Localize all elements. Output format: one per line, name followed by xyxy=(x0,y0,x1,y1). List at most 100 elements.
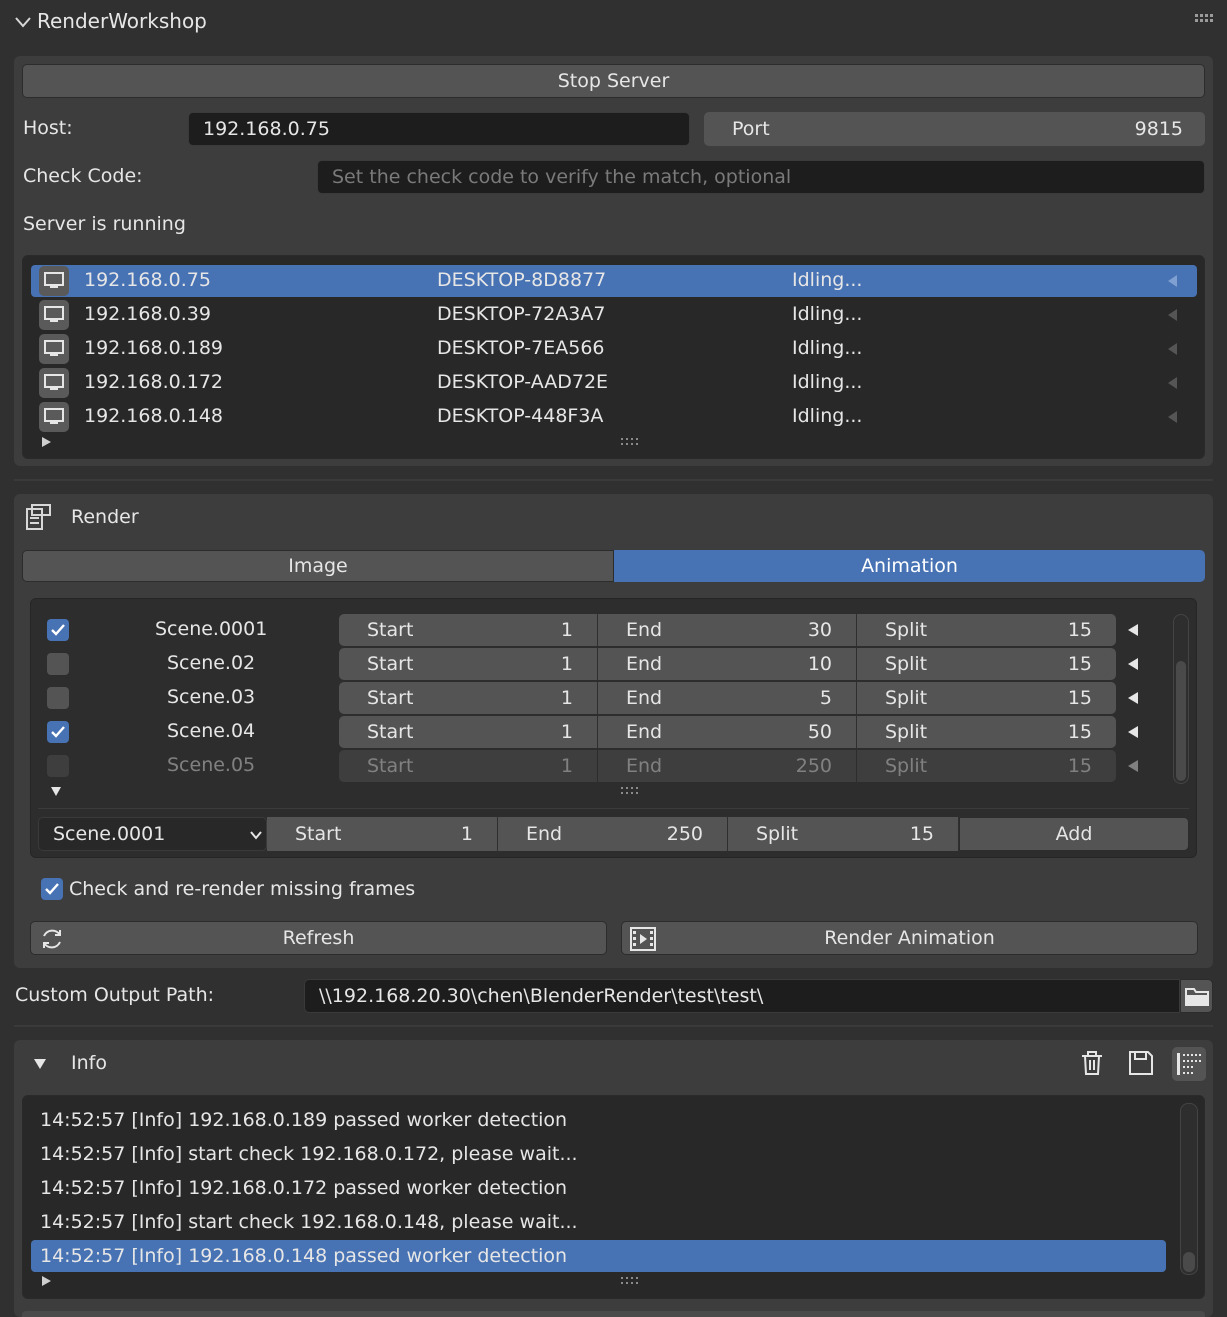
scene-end-field[interactable]: End 250 xyxy=(598,750,857,782)
scene-row[interactable]: Scene.0001 Start 1 End 30 Split 15 xyxy=(34,614,1144,646)
row-arrow-icon[interactable] xyxy=(1128,692,1138,704)
log-row[interactable]: 14:52:57 [Info] 192.168.0.172 passed wor… xyxy=(31,1172,1166,1204)
scene-end-field[interactable]: End 5 xyxy=(598,682,857,714)
end-label: End xyxy=(626,653,663,675)
port-field[interactable]: Port 9815 xyxy=(704,112,1205,146)
end-label: End xyxy=(626,755,663,777)
scene-checkbox[interactable] xyxy=(47,687,69,709)
add-label: Add xyxy=(1055,823,1093,845)
list-expand-icon[interactable] xyxy=(42,1276,51,1286)
worker-row[interactable]: 192.168.0.172 DESKTOP-AAD72E Idling... xyxy=(31,367,1197,399)
scene-split-field[interactable]: Split 15 xyxy=(857,682,1116,714)
list-resize-grip-icon[interactable] xyxy=(621,1277,639,1285)
row-arrow-icon[interactable] xyxy=(1128,658,1138,670)
scene-row[interactable]: Scene.04 Start 1 End 50 Split 15 xyxy=(34,716,1144,748)
scene-split-field[interactable]: Split 15 xyxy=(857,648,1116,680)
refresh-label: Refresh xyxy=(282,927,355,949)
add-end-field[interactable]: End 250 xyxy=(498,817,728,851)
worker-row[interactable]: 192.168.0.189 DESKTOP-7EA566 Idling... xyxy=(31,333,1197,365)
scrollbar-thumb[interactable] xyxy=(1176,661,1186,781)
list-resize-grip-icon[interactable] xyxy=(621,438,639,446)
split-value: 15 xyxy=(1067,687,1092,709)
render-title: Render xyxy=(71,506,139,528)
scene-end-field[interactable]: End 30 xyxy=(598,614,857,646)
checkmark-icon xyxy=(45,883,59,895)
log-row-selected[interactable]: 14:52:57 [Info] 192.168.0.148 passed wor… xyxy=(31,1240,1166,1272)
log-row[interactable]: 14:52:57 [Info] start check 192.168.0.17… xyxy=(31,1138,1166,1170)
row-arrow-icon[interactable] xyxy=(1128,760,1138,772)
start-label: Start xyxy=(367,653,414,675)
scene-checkbox[interactable] xyxy=(47,721,69,743)
render-animation-button[interactable]: Render Animation xyxy=(621,921,1198,955)
add-split-field[interactable]: Split 15 xyxy=(728,817,959,851)
refresh-button[interactable]: Refresh xyxy=(30,921,607,955)
panel-title: RenderWorkshop xyxy=(37,9,207,33)
scene-checkbox[interactable] xyxy=(47,653,69,675)
host-value: 192.168.0.75 xyxy=(203,118,330,140)
save-icon[interactable] xyxy=(1128,1050,1154,1076)
missing-frames-checkbox[interactable] xyxy=(41,878,63,900)
drag-grip-icon[interactable] xyxy=(1195,14,1215,24)
log-row[interactable]: 14:52:57 [Info] start check 192.168.0.14… xyxy=(31,1206,1166,1238)
scene-end-field[interactable]: End 50 xyxy=(598,716,857,748)
scrollbar-thumb[interactable] xyxy=(1183,1252,1195,1272)
log-row[interactable]: 14:52:57 [Info] 192.168.0.189 passed wor… xyxy=(31,1104,1166,1136)
host-label: Host: xyxy=(23,117,73,139)
output-path-value: \\192.168.20.30\chen\BlenderRender\test\… xyxy=(319,985,764,1007)
scene-start-field[interactable]: Start 1 xyxy=(339,716,598,748)
scene-end-field[interactable]: End 10 xyxy=(598,648,857,680)
monitor-icon xyxy=(39,334,69,364)
monitor-icon xyxy=(39,266,69,296)
scene-row[interactable]: Scene.03 Start 1 End 5 Split 15 xyxy=(34,682,1144,714)
start-value: 1 xyxy=(560,687,573,709)
add-scene-button[interactable]: Add xyxy=(959,817,1189,851)
check-code-input[interactable]: Set the check code to verify the match, … xyxy=(317,160,1205,194)
scene-checkbox[interactable] xyxy=(47,755,69,777)
scene-row[interactable]: Scene.02 Start 1 End 10 Split 15 xyxy=(34,648,1144,680)
output-path-input[interactable]: \\192.168.20.30\chen\BlenderRender\test\… xyxy=(304,979,1180,1013)
row-arrow-icon xyxy=(1168,309,1177,321)
folder-icon xyxy=(1184,988,1209,1006)
worker-row[interactable]: 192.168.0.39 DESKTOP-72A3A7 Idling... xyxy=(31,299,1197,331)
info-collapse-icon[interactable] xyxy=(34,1059,46,1069)
monitor-icon xyxy=(39,368,69,398)
add-split-value: 15 xyxy=(909,823,934,845)
check-code-placeholder: Set the check code to verify the match, … xyxy=(332,166,792,188)
host-input[interactable]: 192.168.0.75 xyxy=(188,112,690,146)
split-label: Split xyxy=(885,755,928,777)
worker-hostname: DESKTOP-AAD72E xyxy=(437,371,609,393)
worker-row[interactable]: 192.168.0.148 DESKTOP-448F3A Idling... xyxy=(31,401,1197,433)
worker-status: Idling... xyxy=(792,337,863,359)
start-label: Start xyxy=(367,721,414,743)
stop-server-button[interactable]: Stop Server xyxy=(22,64,1205,98)
list-collapse-icon[interactable] xyxy=(51,787,61,796)
scene-start-field[interactable]: Start 1 xyxy=(339,682,598,714)
scene-list-scrollbar[interactable] xyxy=(1173,614,1189,784)
missing-frames-toggle[interactable]: Check and re-render missing frames xyxy=(41,878,415,900)
start-label: Start xyxy=(367,687,414,709)
browse-folder-button[interactable] xyxy=(1180,979,1213,1013)
scene-select[interactable]: Scene.0001 xyxy=(38,817,267,851)
trash-icon[interactable] xyxy=(1080,1050,1104,1076)
tab-image[interactable]: Image xyxy=(22,550,614,582)
scene-row[interactable]: Scene.05 Start 1 End 250 Split 15 xyxy=(34,750,1144,782)
row-arrow-icon[interactable] xyxy=(1128,624,1138,636)
scene-split-field[interactable]: Split 15 xyxy=(857,750,1116,782)
worker-row[interactable]: 192.168.0.75 DESKTOP-8D8877 Idling... xyxy=(31,265,1197,297)
scene-split-field[interactable]: Split 15 xyxy=(857,716,1116,748)
worker-status: Idling... xyxy=(792,371,863,393)
scene-start-field[interactable]: Start 1 xyxy=(339,750,598,782)
row-arrow-icon[interactable] xyxy=(1128,726,1138,738)
panel-header[interactable]: RenderWorkshop xyxy=(0,0,1227,44)
divider xyxy=(14,1025,1213,1027)
log-scrollbar[interactable] xyxy=(1180,1103,1198,1275)
list-expand-icon[interactable] xyxy=(42,437,51,447)
scene-checkbox[interactable] xyxy=(47,619,69,641)
tab-animation[interactable]: Animation xyxy=(614,550,1205,582)
scene-start-field[interactable]: Start 1 xyxy=(339,648,598,680)
scene-start-field[interactable]: Start 1 xyxy=(339,614,598,646)
list-resize-grip-icon[interactable] xyxy=(621,787,639,795)
add-start-field[interactable]: Start 1 xyxy=(267,817,498,851)
log-view-toggle[interactable] xyxy=(1172,1047,1206,1081)
scene-split-field[interactable]: Split 15 xyxy=(857,614,1116,646)
